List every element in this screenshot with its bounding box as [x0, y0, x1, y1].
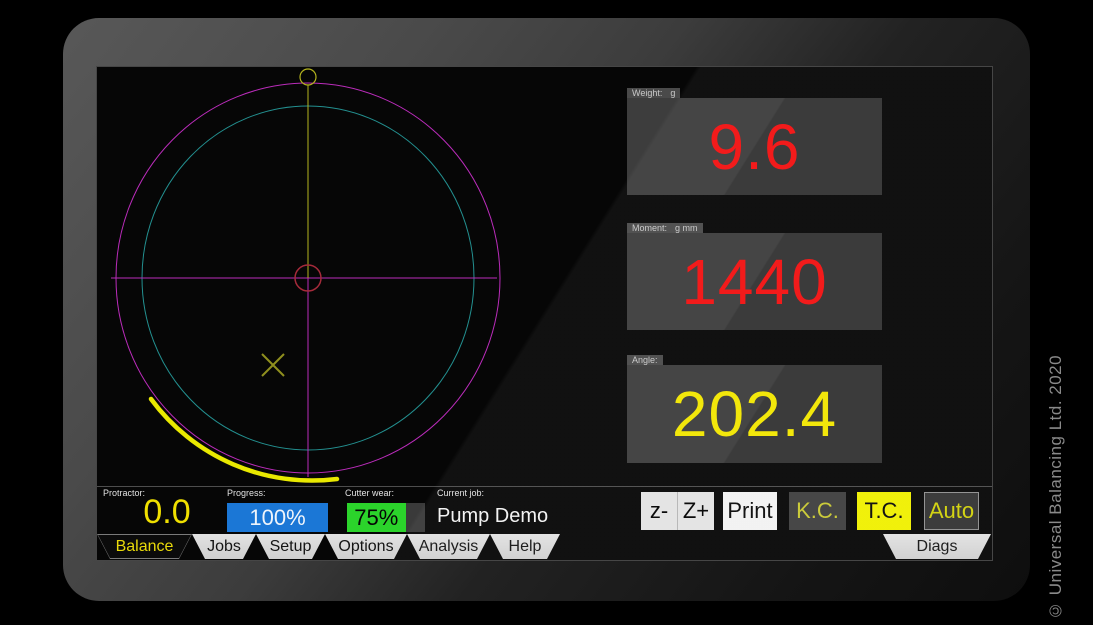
tab-setup[interactable]: Setup: [256, 534, 325, 559]
weight-unit: g: [670, 88, 675, 98]
angle-label-text: Angle:: [632, 355, 658, 365]
statusbar-divider: [97, 486, 992, 487]
tc-button[interactable]: T.C.: [857, 492, 911, 530]
cut-arc: [151, 399, 337, 481]
current-job-value: Pump Demo: [437, 505, 548, 528]
print-button[interactable]: Print: [723, 492, 777, 530]
cutter-wear-bar: 75%: [347, 503, 425, 532]
tab-analysis-label: Analysis: [419, 538, 479, 556]
tab-diags[interactable]: Diags: [883, 534, 991, 559]
tab-analysis[interactable]: Analysis: [407, 534, 490, 559]
current-job-label: Current job:: [437, 488, 484, 498]
progress-bar: 100%: [227, 503, 328, 532]
copyright-text: © Universal Balancing Ltd. 2020: [1046, 302, 1066, 620]
tab-help[interactable]: Help: [490, 534, 560, 559]
tab-jobs-label: Jobs: [207, 538, 241, 556]
kc-button[interactable]: K.C.: [789, 492, 846, 530]
z-plus-button[interactable]: Z+: [677, 492, 714, 530]
tab-help-label: Help: [509, 538, 542, 556]
progress-label: Progress:: [227, 488, 266, 498]
tab-options-label: Options: [338, 538, 393, 556]
tab-setup-label: Setup: [270, 538, 312, 556]
tab-balance[interactable]: Balance: [97, 534, 192, 559]
moment-panel: 1440: [627, 233, 882, 330]
screen: Weight: g 9.6 Moment: g mm 1440 Angle: 202…: [96, 66, 993, 561]
polar-chart: [97, 67, 627, 507]
moment-label-text: Moment:: [632, 223, 667, 233]
moment-unit: g mm: [675, 223, 698, 233]
unbalance-x-marker: [262, 354, 284, 376]
cutter-wear-label: Cutter wear:: [345, 488, 394, 498]
z-button-group: z- Z+: [641, 492, 714, 530]
weight-value: 9.6: [709, 110, 801, 184]
tab-balance-label: Balance: [116, 538, 174, 556]
tab-options[interactable]: Options: [325, 534, 407, 559]
tab-jobs[interactable]: Jobs: [192, 534, 256, 559]
progress-value: 100%: [227, 503, 328, 532]
cutter-wear-value: 75%: [347, 503, 406, 532]
weight-label-text: Weight:: [632, 88, 662, 98]
moment-value: 1440: [681, 245, 827, 319]
auto-button[interactable]: Auto: [924, 492, 979, 530]
photo-background: Weight: g 9.6 Moment: g mm 1440 Angle: 202…: [0, 0, 1093, 625]
angle-panel: 202.4: [627, 365, 882, 463]
angle-value: 202.4: [672, 377, 837, 451]
z-minus-button[interactable]: z-: [641, 492, 677, 530]
protractor-value: 0.0: [119, 493, 215, 532]
tab-diags-label: Diags: [917, 538, 958, 556]
weight-panel: 9.6: [627, 98, 882, 195]
